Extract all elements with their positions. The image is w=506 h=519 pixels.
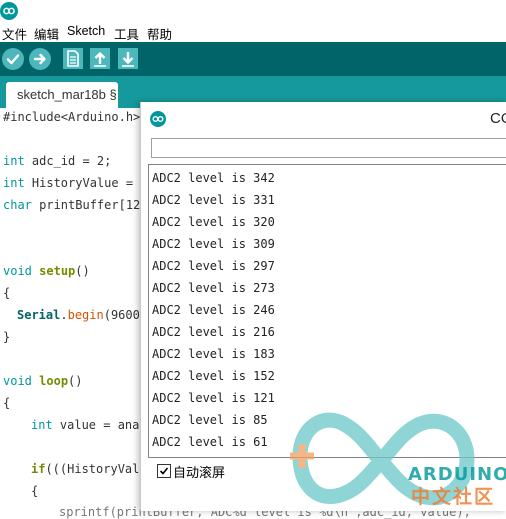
watermark-subtitle-text: 中文社区: [411, 486, 496, 508]
code-line: {: [3, 286, 11, 300]
code-line: Serial.begin(9600: [17, 308, 140, 322]
serial-output-line: ADC2 level is 85: [152, 413, 268, 427]
serial-monitor-title-bar: CO: [141, 102, 506, 134]
menu-bar: 文件 编辑 Sketch 工具 帮助: [0, 22, 506, 42]
autoscroll-label: 自动滚屏: [173, 465, 226, 480]
menu-sketch[interactable]: Sketch: [67, 24, 105, 38]
arrow-up-icon: [94, 52, 106, 67]
serial-output-area[interactable]: ADC2 level is 342 ADC2 level is 331 ADC2…: [148, 164, 506, 458]
toolbar: [0, 42, 506, 76]
serial-output-line: ADC2 level is 61: [152, 435, 268, 449]
serial-output-line: ADC2 level is 216: [152, 325, 275, 339]
code-line: char printBuffer[128: [3, 198, 148, 212]
code-line: {: [31, 484, 39, 498]
code-line: int adc_id = 2;: [3, 154, 112, 168]
serial-output-line: ADC2 level is 320: [152, 215, 275, 229]
serial-output-line: ADC2 level is 297: [152, 259, 275, 273]
checkmark-icon: [6, 54, 20, 65]
serial-output-line: ADC2 level is 309: [152, 237, 275, 251]
code-line: #include<Arduino.h>: [3, 110, 141, 124]
open-button[interactable]: [90, 48, 110, 69]
save-button[interactable]: [118, 48, 138, 69]
menu-edit[interactable]: 编辑: [34, 24, 59, 43]
menu-file[interactable]: 文件: [2, 24, 27, 43]
arduino-logo-icon: [0, 2, 18, 20]
serial-output-line: ADC2 level is 246: [152, 303, 275, 317]
title-bar: [0, 0, 506, 22]
serial-monitor-title: CO: [490, 110, 506, 127]
serial-output-line: ADC2 level is 121: [152, 391, 275, 405]
verify-button[interactable]: [2, 48, 24, 70]
menu-tools[interactable]: 工具: [114, 24, 139, 43]
menu-help[interactable]: 帮助: [147, 24, 172, 43]
code-line: int HistoryValue = 0: [3, 176, 148, 190]
code-line: if(((HistoryValu: [31, 462, 147, 476]
tab-sketch[interactable]: sketch_mar18b §: [6, 82, 118, 108]
code-line: {: [3, 396, 11, 410]
serial-monitor-window: CO ADC2 level is 342 ADC2 level is 331 A…: [140, 102, 506, 511]
arrow-down-icon: [122, 52, 134, 67]
code-line: void setup(): [3, 264, 90, 278]
arduino-logo-icon: [150, 111, 166, 127]
serial-output-line: ADC2 level is 331: [152, 193, 275, 207]
code-line: int value = anal: [31, 418, 147, 432]
serial-output-line: ADC2 level is 152: [152, 369, 275, 383]
new-file-icon: [67, 50, 79, 67]
checkmark-icon: [159, 467, 169, 475]
new-sketch-button[interactable]: [63, 48, 83, 69]
autoscroll-checkbox[interactable]: [157, 464, 171, 478]
code-line: }: [3, 330, 11, 344]
code-line: void loop(): [3, 374, 83, 388]
upload-button[interactable]: [29, 48, 51, 70]
serial-output-line: ADC2 level is 273: [152, 281, 275, 295]
serial-output-line: ADC2 level is 342: [152, 171, 275, 185]
serial-send-input[interactable]: [151, 138, 506, 158]
tab-label: sketch_mar18b §: [17, 87, 117, 102]
serial-output-line: ADC2 level is 183: [152, 347, 275, 361]
arrow-right-icon: [33, 53, 46, 65]
